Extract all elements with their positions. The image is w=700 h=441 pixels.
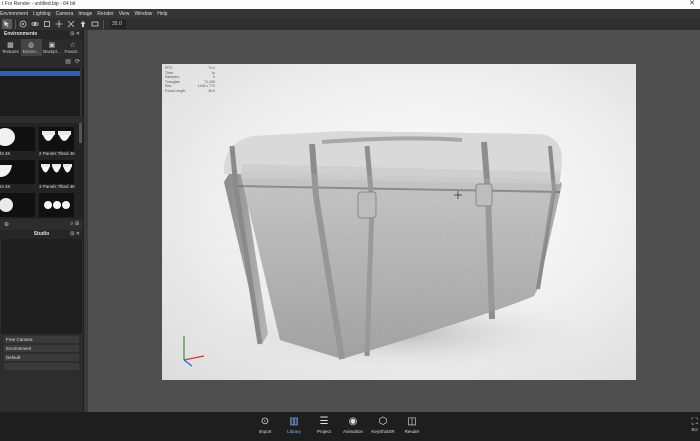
studio-header: Studio ⊡ ✕ — [0, 230, 83, 239]
window-title: t For Render - untitled.bip - 64 bit — [2, 1, 76, 7]
toolbar: 35.0 — [0, 18, 700, 30]
stat-row: Focal Length: 35.0 — [165, 88, 215, 93]
button-label: Render — [404, 429, 420, 434]
library-footer: ⊕ ⌕ ⊞ — [0, 219, 83, 230]
button-label: Project — [316, 429, 331, 434]
menu-window[interactable]: Window — [134, 11, 152, 17]
up-arrow-icon[interactable] — [78, 19, 88, 29]
panel-header: Environments ⊡ ✕ — [0, 30, 83, 39]
keyshotxr-icon: ⬡ — [378, 416, 388, 427]
tab-backplates[interactable]: ▣ Backpl... — [42, 39, 63, 56]
panel-title: Environments — [4, 31, 38, 37]
studio-title: Studio — [33, 231, 50, 237]
menu-view[interactable]: View — [119, 11, 130, 17]
studio-extra[interactable] — [4, 363, 79, 370]
bottom-toolbar: ⊙ Import ▥ Library ☰ Project ◉ Animation… — [0, 412, 700, 441]
star-icon: ☆ — [69, 41, 76, 49]
tab-textures[interactable]: ▦ Textures — [0, 39, 21, 56]
button-label: KeyShotXR — [371, 429, 395, 434]
thumbnail-scrollbar[interactable] — [79, 123, 82, 143]
render-viewport[interactable]: FPS: 70.4 Time: 1s Samples: 9 Triangles: 71,… — [162, 64, 636, 380]
render-button[interactable]: ◫ Render — [400, 415, 424, 439]
menu-lighting[interactable]: Lighting — [33, 11, 51, 17]
tab-label: Favori... — [64, 48, 81, 54]
library-tabs: ▦ Textures ◍ Enviro... ▣ Backpl... ☆ Fav… — [0, 39, 83, 56]
toolbar-separator — [15, 19, 16, 29]
thumbnail-item[interactable] — [0, 193, 35, 217]
render-stats: FPS: 70.4 Time: 1s Samples: 9 Triangles: 71,… — [165, 66, 215, 93]
thumbnail-caption: 2 Panels Tilted 4K — [39, 151, 76, 156]
menu-camera[interactable]: Camera — [56, 11, 74, 17]
studio-camera[interactable]: Free Camera — [4, 336, 79, 343]
move-icon[interactable] — [54, 19, 64, 29]
screenshot-button[interactable]: ⛶ Scr — [691, 416, 698, 432]
import-button[interactable]: ⊙ Import — [253, 415, 277, 439]
environment-icon: ◍ — [28, 41, 35, 49]
folder-scrollbar[interactable] — [80, 68, 82, 116]
project-button[interactable]: ☰ Project — [312, 415, 336, 439]
thumbnail-item[interactable] — [39, 193, 74, 217]
menu-environment[interactable]: Environment — [0, 11, 28, 17]
thumbnail-caption: 3 Panels Tilted 4K — [39, 184, 76, 189]
button-label: Animation — [342, 429, 363, 434]
texture-icon: ▦ — [7, 41, 14, 49]
thumbnail-item[interactable] — [39, 160, 74, 184]
refresh-icon[interactable]: ⟳ — [75, 58, 80, 65]
keyshot-window: t For Render - untitled.bip - 64 bit ✕ E… — [0, 0, 700, 441]
tab-label: Textures — [1, 48, 19, 54]
close-icon[interactable]: ✕ — [688, 0, 696, 9]
menu-bar: Environment Lighting Camera Image Render… — [0, 9, 700, 18]
animation-button[interactable]: ◉ Animation — [341, 415, 365, 439]
menu-help[interactable]: Help — [157, 11, 167, 17]
screenshot-icon: ⛶ — [691, 416, 698, 426]
button-label: Import — [258, 429, 272, 434]
add-icon[interactable]: ⊕ — [4, 221, 9, 228]
menu-image[interactable]: Image — [78, 11, 92, 17]
thumbnail-caption: ht 4K — [0, 151, 11, 156]
render-icon: ◫ — [407, 416, 417, 427]
tool-icons[interactable]: ⌕ ⊞ — [70, 221, 79, 228]
thumbnail-item[interactable] — [0, 160, 35, 184]
import-icon: ⊙ — [260, 416, 270, 427]
panel-controls-icon[interactable]: ⊡ ✕ — [70, 230, 80, 239]
search-row: ▤ ⟳ — [0, 56, 83, 67]
thumbnail-item[interactable] — [39, 127, 74, 151]
selected-folder-row[interactable] — [0, 71, 82, 76]
title-bar: t For Render - untitled.bip - 64 bit ✕ — [0, 0, 700, 9]
project-icon: ☰ — [319, 416, 329, 427]
button-label: Library — [287, 429, 301, 434]
backplate-icon: ▣ — [48, 41, 56, 49]
zoom-icon[interactable] — [42, 19, 52, 29]
folder-tree[interactable] — [0, 68, 83, 116]
thumbnail-item[interactable] — [0, 127, 35, 151]
studio-list[interactable] — [1, 239, 82, 334]
tab-label: Backpl... — [43, 48, 61, 54]
library-button[interactable]: ▥ Library — [282, 415, 306, 439]
add-folder-icon[interactable]: ▤ — [65, 58, 71, 65]
thumbnail-caption: nt 4K — [0, 184, 11, 189]
toolbar-separator — [103, 19, 104, 29]
button-label: Scr — [691, 427, 698, 432]
tab-favorites[interactable]: ☆ Favori... — [62, 39, 83, 56]
keyshotxr-button[interactable]: ⬡ KeyShotXR — [371, 415, 395, 439]
panel-controls-icon[interactable]: ⊡ ✕ — [70, 30, 80, 39]
studio-environment[interactable]: Environment — [4, 345, 79, 352]
tab-environments[interactable]: ◍ Enviro... — [20, 39, 42, 56]
pan-icon[interactable] — [18, 19, 28, 29]
scale-icon[interactable] — [66, 19, 76, 29]
thumbnail-grid: ht 4K 2 Panels Tilted 4K nt 4K 3 Panels … — [0, 123, 83, 219]
select-icon[interactable] — [2, 19, 12, 29]
animation-icon: ◉ — [348, 416, 358, 427]
orbit-icon[interactable] — [30, 19, 40, 29]
fit-icon[interactable] — [90, 19, 100, 29]
studio-default[interactable]: Default — [4, 354, 79, 361]
menu-render[interactable]: Render — [97, 11, 113, 17]
tab-label: Enviro... — [22, 48, 40, 54]
rendered-case-model[interactable] — [162, 64, 636, 380]
focal-length-field[interactable]: 35.0 — [110, 19, 126, 29]
library-panel: Environments ⊡ ✕ ▦ Textures ◍ Enviro... … — [0, 30, 84, 412]
library-icon: ▥ — [289, 416, 299, 427]
